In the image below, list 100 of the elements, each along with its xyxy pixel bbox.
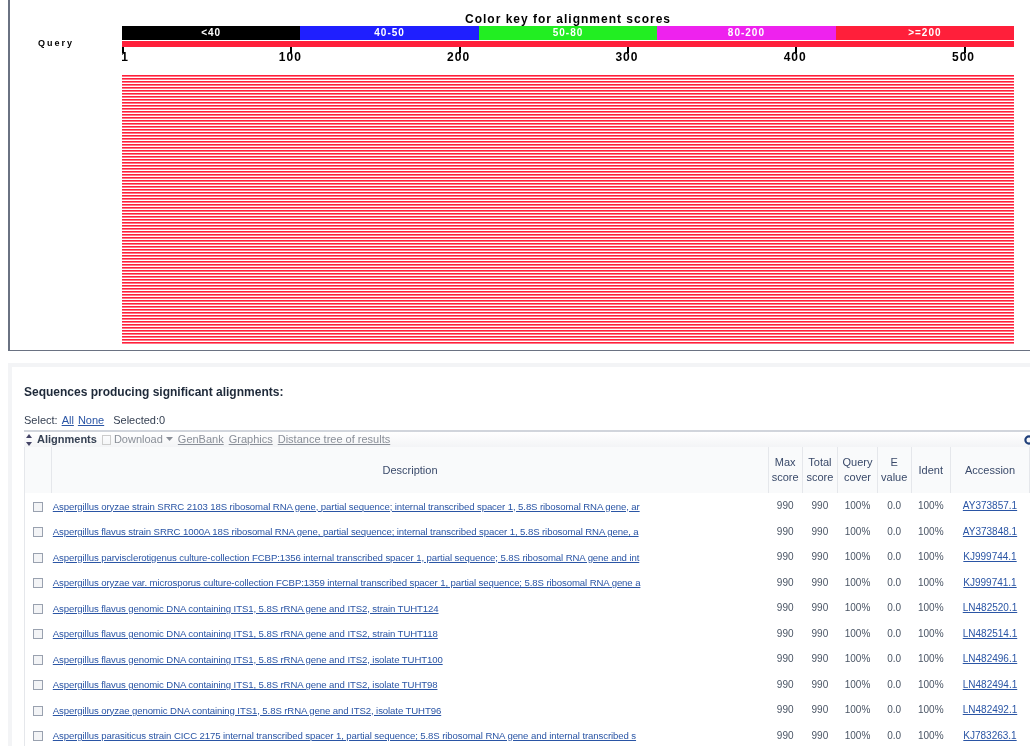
table-cell: 100%	[844, 678, 871, 690]
table-cell: 990	[776, 500, 794, 512]
table-cell: 990	[776, 704, 794, 716]
table-cell: 990	[776, 653, 794, 665]
column-header[interactable]: Accession	[950, 447, 1030, 493]
table-cell: 100%	[844, 551, 871, 563]
description-link[interactable]: Aspergillus flavus genomic DNA containing ITS1, 5.8S rRNA gene and ITS2, strain TUHT118	[52, 628, 438, 639]
color-key-segment: 40-50	[300, 26, 479, 40]
accession-link[interactable]: LN482496.1	[962, 653, 1018, 665]
row-checkbox[interactable]	[33, 603, 44, 614]
description-link[interactable]: Aspergillus parvisclerotigenus culture-collection FCBP:1356 internal transcribed spacer 1, partial sequence; 5.8S ribosomal RNA gene and int	[52, 551, 640, 563]
row-checkbox[interactable]	[33, 527, 44, 538]
tick-label: 100	[278, 51, 302, 64]
column-header[interactable]: Ident	[911, 447, 951, 493]
table-cell: 100%	[918, 500, 944, 512]
tick-label: 1	[121, 51, 129, 64]
table-cell: 0.0	[887, 653, 902, 665]
tick-label: 400	[783, 51, 807, 64]
caret-icon	[165, 437, 173, 442]
table-cell: 0.0	[887, 627, 902, 639]
table-cell: 100%	[918, 627, 944, 639]
table-cell: 0.0	[887, 704, 902, 716]
color-key-segment: <40	[122, 26, 301, 40]
row-checkbox[interactable]	[33, 654, 44, 665]
table-cell: 100%	[918, 678, 944, 690]
description-link[interactable]: Aspergillus flavus genomic DNA containing ITS1, 5.8S rRNA gene and ITS2, isolate TUHT98	[52, 679, 438, 690]
color-key-segment: 80-200	[657, 26, 836, 40]
column-header[interactable]: Query cover	[837, 447, 878, 493]
table-cell: 0.0	[887, 678, 902, 690]
row-checkbox[interactable]	[33, 705, 44, 716]
table-cell: 100%	[844, 500, 871, 512]
table-cell: 0.0	[887, 551, 902, 563]
table-cell: 990	[811, 602, 829, 614]
table-cell: 100%	[844, 653, 871, 665]
description-link[interactable]: Aspergillus flavus genomic DNA containing ITS1, 5.8S rRNA gene and ITS2, isolate TUHT100	[52, 653, 443, 665]
table-cell: 990	[811, 729, 829, 741]
table-cell: 990	[811, 653, 829, 665]
table-cell: 990	[776, 678, 794, 690]
table-cell: 100%	[918, 729, 944, 741]
select-link[interactable]: All	[61, 413, 74, 427]
accession-link[interactable]: LN482494.1	[962, 678, 1018, 690]
row-checkbox[interactable]	[33, 629, 44, 640]
table-cell: 990	[811, 704, 829, 716]
color-key-segment: >=200	[835, 26, 1015, 40]
table-cell: 100%	[918, 525, 944, 537]
tick-label: 500	[952, 51, 975, 64]
graphic-title: Color key for alignment scores	[463, 12, 673, 26]
accession-link[interactable]: AY373857.1	[962, 500, 1018, 512]
description-link[interactable]: Aspergillus flavus genomic DNA containing ITS1, 5.8S rRNA gene and ITS2, strain TUHT124	[52, 602, 439, 614]
table-cell: 100%	[844, 729, 871, 741]
accession-link[interactable]: KJ783263.1	[963, 729, 1017, 741]
tick-label: 200	[447, 51, 471, 64]
table-cell: 990	[776, 729, 794, 741]
tick-label: 300	[615, 51, 639, 64]
query-label: Query	[38, 38, 74, 48]
column-header[interactable]: Total score	[802, 447, 838, 493]
table-cell: 990	[811, 551, 829, 563]
table-cell: 990	[776, 525, 794, 537]
table-cell: 100%	[844, 704, 871, 716]
column-header[interactable]: Description	[51, 447, 769, 493]
table-cell: 100%	[918, 551, 944, 563]
description-link[interactable]: Aspergillus oryzae strain SRRC 2103 18S ribosomal RNA gene, partial sequence; internal transcribed spacer 1, 5.8S ribosomal RNA gene, ar	[52, 500, 640, 512]
accession-link[interactable]: LN482514.1	[962, 627, 1018, 639]
color-key-segment: 50-80	[478, 26, 658, 40]
accession-link[interactable]: LN482492.1	[962, 704, 1018, 716]
column-header[interactable]: Max score	[768, 447, 803, 493]
document-icon	[101, 434, 111, 445]
table-cell: 990	[811, 576, 829, 588]
section-heading: Sequences producing significant alignments:	[24, 385, 285, 399]
accession-link[interactable]: KJ999744.1	[963, 551, 1017, 563]
sort-icon[interactable]	[26, 433, 32, 446]
description-link[interactable]: Aspergillus parasiticus strain CICC 2175 internal transcribed spacer 1, partial sequence; 5.8S ribosomal RNA gene and internal transcribed s	[52, 730, 637, 741]
select-link[interactable]: None	[77, 413, 105, 427]
description-link[interactable]: Aspergillus flavus strain SRRC 1000A 18S ribosomal RNA gene, partial sequence; internal transcribed spacer 1, 5.8S ribosomal RNA gene, a	[52, 526, 639, 537]
table-cell: 0.0	[887, 729, 902, 741]
select-label: Select:	[24, 413, 58, 427]
column-header[interactable]: E value	[877, 447, 912, 493]
table-cell: 990	[776, 551, 794, 563]
accession-link[interactable]: KJ999741.1	[963, 576, 1017, 588]
table-cell: 0.0	[887, 500, 902, 512]
row-checkbox[interactable]	[33, 578, 44, 589]
table-cell: 100%	[918, 653, 944, 665]
table-cell: 990	[811, 525, 829, 537]
selected-count: Selected:0	[113, 413, 166, 427]
accession-link[interactable]: LN482520.1	[962, 602, 1018, 614]
table-cell: 990	[776, 602, 794, 614]
table-cell: 990	[811, 500, 829, 512]
row-checkbox[interactable]	[33, 731, 44, 742]
table-cell: 990	[776, 576, 794, 588]
row-checkbox[interactable]	[33, 552, 44, 563]
accession-link[interactable]: AY373848.1	[962, 525, 1018, 537]
row-checkbox[interactable]	[33, 501, 44, 512]
description-link[interactable]: Aspergillus oryzae var. microsporus culture-collection FCBP:1359 internal transcribed spacer 1, partial sequence; 5.8S ribosomal RNA gene a	[52, 577, 641, 588]
table-cell: 0.0	[887, 602, 902, 614]
table-cell: 100%	[918, 602, 944, 614]
description-link[interactable]: Aspergillus oryzae genomic DNA containing ITS1, 5.8S rRNA gene and ITS2, isolate TUHT96	[52, 704, 442, 716]
table-cell: 100%	[844, 525, 871, 537]
table-cell: 990	[811, 627, 829, 639]
toolbar-title: Alignments	[37, 432, 97, 448]
row-checkbox[interactable]	[33, 680, 44, 691]
